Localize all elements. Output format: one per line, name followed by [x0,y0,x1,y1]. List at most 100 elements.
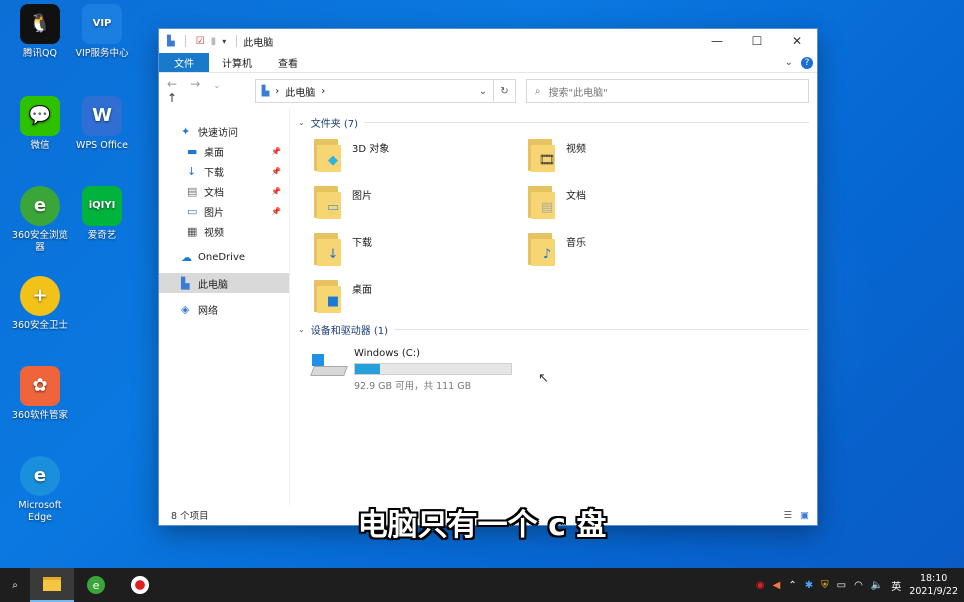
browser-icon: e [87,576,105,594]
desktop-icon-label: VIP服务中心 [75,48,129,59]
chevron-down-icon[interactable]: ▾ [222,37,226,46]
chevron-up-icon[interactable]: ⌃ [788,580,796,591]
search-input[interactable]: ⌕ 搜索"此电脑" [525,79,809,103]
folder-item[interactable]: ↓ 下载 [312,231,526,267]
record-icon [131,576,149,594]
desktop-icon-360-browser[interactable]: e 360安全浏览器 [8,186,72,254]
folder-icon [43,577,61,591]
tab-file[interactable]: 文件 [159,53,209,72]
maximize-button[interactable]: ☐ [737,29,777,53]
address-bar[interactable]: ▙ › 此电脑 › ⌄ [254,79,495,103]
nav-item-label: 文档 [204,187,224,199]
chevron-down-icon[interactable]: ⌄ [479,86,487,97]
window-title: 此电脑 [243,37,274,49]
nav-item[interactable]: ▤ 文档 📌 [159,181,289,201]
clock[interactable]: 18:10 2021/9/22 [909,572,958,598]
nav-item-label: 桌面 [204,147,224,159]
help-icon[interactable]: ? [801,56,813,69]
tab-computer[interactable]: 计算机 [209,53,265,72]
chevron-down-icon: ⌄ [298,117,305,127]
breadcrumb-separator: › [275,85,280,97]
desktop-icon-label: 微信 [30,140,50,151]
new-folder-icon[interactable]: ▮ [211,36,217,47]
pin-icon[interactable]: 📌 [271,167,281,176]
desktop-icon-label: 360安全卫士 [11,320,69,331]
nav-network[interactable]: ◈ 网络 [159,299,289,319]
desktop-icon-qq[interactable]: 🐧 腾讯QQ [8,4,72,60]
pin-icon[interactable]: 📌 [271,147,281,156]
devices-group-header[interactable]: ⌄ 设备和驱动器 (1) [298,322,809,337]
wifi-icon[interactable]: ◠ [854,580,863,591]
desktop-icon-wechat[interactable]: 💬 微信 [8,96,72,152]
360-security-icon: + [20,276,60,316]
pin-icon[interactable]: 📌 [271,187,281,196]
navigation-bar: ← → ⌄ ↑ ▙ › 此电脑 › ⌄ ↻ ⌕ 搜索"此电脑" [159,73,817,109]
360-browser-icon: e [20,186,60,226]
nav-item[interactable]: ▦ 视频 [159,221,289,241]
input-language[interactable]: 英 [891,578,901,593]
download-icon: ↓ [187,165,197,178]
video-icon: ▦ [187,225,198,238]
desktop-icon-vip[interactable]: VIP VIP服务中心 [70,4,134,60]
forward-arrow-icon[interactable]: → [190,77,200,91]
drive-c[interactable]: Windows (C:) 92.9 GB 可用，共 111 GB [310,348,809,392]
drive-name: Windows (C:) [354,348,420,359]
recent-chevron-icon[interactable]: ⌄ [214,81,221,90]
nav-quick-access[interactable]: ✦ 快速访问 [159,121,289,141]
taskbar-recorder[interactable] [118,568,162,602]
folder-name: 下载 [352,238,372,249]
desktop-icon-360-software[interactable]: ✿ 360软件管家 [8,366,72,422]
folder-item[interactable]: ♪ 音乐 [526,231,740,267]
nav-item[interactable]: ▬ 桌面 📌 [159,141,289,161]
desktop-icon-iqiyi[interactable]: iQIYI 爱奇艺 [70,186,134,242]
ribbon: 文件 计算机 查看 ⌄ ? [159,53,817,73]
up-arrow-icon[interactable]: ↑ [167,91,177,105]
search-placeholder: 搜索"此电脑" [548,87,608,99]
properties-icon[interactable]: ☑ [196,36,205,47]
nav-item[interactable]: ▭ 图片 📌 [159,201,289,221]
folder-item[interactable]: ■ 桌面 [312,278,526,314]
expand-ribbon-icon[interactable]: ⌄ [785,57,793,68]
shield-icon[interactable]: ⛨ [821,580,829,591]
folder-name: 文档 [566,191,586,202]
taskbar-file-explorer[interactable] [30,568,74,602]
search-button[interactable]: ⌕ [0,568,30,602]
tab-view[interactable]: 查看 [265,53,311,72]
volume-alert-icon[interactable]: ◀ [773,580,781,591]
nav-onedrive[interactable]: ☁ OneDrive [159,247,289,267]
folder-icon: ▤ [526,184,558,220]
search-icon: ⌕ [534,85,541,97]
desktop-icon-label: 360安全浏览器 [11,230,69,253]
minimize-button[interactable]: — [697,29,737,53]
speaker-icon[interactable]: 🔈 [871,580,883,591]
battery-icon[interactable]: ▭ [837,580,846,591]
title-bar[interactable]: ▙ ☑ ▮ ▾ 此电脑 — ☐ ✕ [159,29,817,53]
folder-item[interactable]: ▭ 图片 [312,184,526,220]
folders-group-header[interactable]: ⌄ 文件夹 (7) [298,115,809,130]
folder-item[interactable]: ▤ 文档 [526,184,740,220]
nav-this-pc[interactable]: ▙ 此电脑 [159,273,289,293]
star-icon: ✦ [181,125,191,138]
folder-item[interactable]: 🎞 视频 [526,137,740,173]
close-button[interactable]: ✕ [777,29,817,53]
drive-usage-bar [354,363,512,375]
picture-icon: ▭ [187,205,198,218]
taskbar-360-browser[interactable]: e [74,568,118,602]
pin-icon[interactable]: 📌 [271,207,281,216]
desktop-icon-360-security[interactable]: +360安全卫士 [8,276,72,332]
desktop-icon-wps[interactable]: W WPS Office [70,96,134,152]
taskbar: ⌕ e ◉ ◀ ⌃ ✱ ⛨ ▭ ◠ 🔈 英 18:10 2021/9/22 [0,568,964,602]
desktop-icon-label: 腾讯QQ [23,48,57,59]
bluetooth-icon[interactable]: ✱ [805,580,813,591]
nav-item[interactable]: ↓ 下载 📌 [159,161,289,181]
folder-item[interactable]: ◆ 3D 对象 [312,137,526,173]
breadcrumb-this-pc[interactable]: 此电脑 [285,84,315,99]
back-arrow-icon[interactable]: ← [167,77,177,91]
content-pane: ⌄ 文件夹 (7) ◆ 3D 对象 🎞 视频 ▭ 图片 ▤ 文档 ↓ 下载 ♪ 音乐 ■ 桌面 ⌄ 设备和… [290,109,817,505]
folder-icon: 🎞 [526,137,558,173]
refresh-button[interactable]: ↻ [494,79,516,103]
record-indicator-icon[interactable]: ◉ [756,580,765,591]
computer-icon: ▙ [167,35,175,47]
file-explorer-window[interactable]: ▙ ☑ ▮ ▾ 此电脑 — ☐ ✕ 文件 计算机 查看 ⌄ ? ← → ⌄ ↑ [159,29,817,525]
breadcrumb-separator: › [321,85,326,97]
